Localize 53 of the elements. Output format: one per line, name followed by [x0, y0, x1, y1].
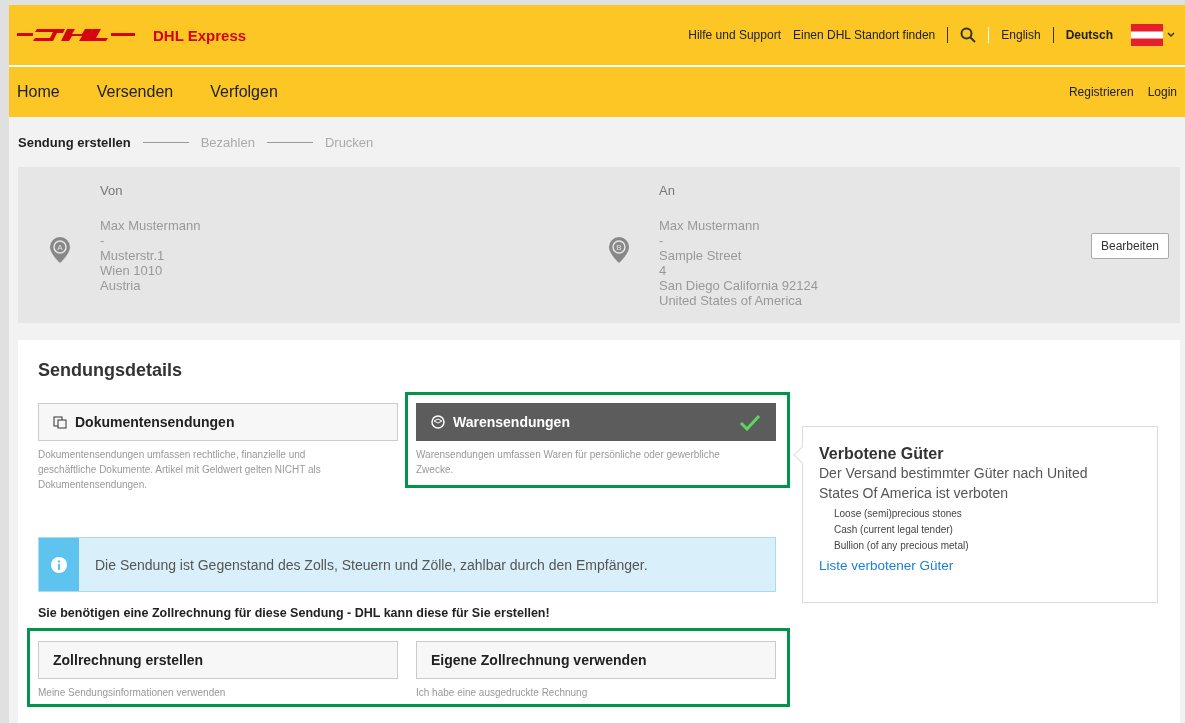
- prohibited-item: Cash (current legal tender): [834, 524, 954, 535]
- pin-letter: B: [616, 243, 622, 252]
- account-link[interactable]: Login: [1147, 85, 1177, 99]
- prohibited-item: Bullion (of any precious metal): [834, 540, 970, 551]
- progress-step: Drucken: [324, 134, 374, 150]
- checkmark-icon: [739, 413, 761, 431]
- option-description: Meine Sendungsinformationen verwenden: [38, 686, 227, 700]
- brand-name: DHL Express: [153, 26, 247, 44]
- language-link[interactable]: Deutsch: [1065, 28, 1113, 42]
- invoice-option-button[interactable]: Eigene Zollrechnung verwenden: [416, 641, 776, 679]
- progress-step: Bezahlen: [200, 134, 255, 150]
- header-link[interactable]: Hilfe und Support: [688, 28, 781, 42]
- panel-text: Der Versand bestimmter Güter nach United States Of America ist verboten: [819, 464, 1089, 503]
- progress-step: Sendung erstellen: [18, 134, 131, 150]
- prohibited-item: Loose (semi)precious stones: [834, 508, 963, 519]
- info-icon: [51, 556, 67, 573]
- address-line: Max Mustermann: [100, 218, 201, 233]
- prohibited-list-link[interactable]: Liste verbotener Güter: [819, 558, 954, 573]
- invoice-prompt: Sie benötigen eine Zollrechnung für diese Sendung - DHL kann diese für Sie erstellen!: [38, 606, 551, 620]
- austria-flag-icon[interactable]: [1131, 24, 1163, 46]
- address-line: Max Mustermann: [659, 218, 761, 233]
- address-line: -: [100, 233, 106, 248]
- search-icon[interactable]: [960, 27, 977, 43]
- option-description: Ich habe eine ausgedruckte Rechnung: [416, 686, 589, 700]
- option-description: Dokumentensendungen umfassen rechtliche, finanzielle und geschäftliche Dokumente. Artikel mit Geldwert gelten NICHT als Dokumentensendungen.: [38, 448, 322, 492]
- address-heading: Von: [100, 183, 124, 198]
- account-link[interactable]: Registrieren: [1068, 85, 1134, 99]
- package-icon: [431, 415, 445, 429]
- address-line: Musterstr.1: [100, 248, 166, 263]
- address-line: United States of America: [659, 293, 804, 308]
- option-description: Warensendungen umfassen Waren für persönliche oder gewerbliche Zwecke.: [416, 448, 721, 477]
- address-line: -: [659, 233, 665, 248]
- address-line: Sample Street: [659, 248, 743, 263]
- section-title: Sendungsdetails: [38, 360, 184, 381]
- nav-link[interactable]: Verfolgen: [210, 83, 278, 101]
- pin-letter: A: [57, 243, 63, 252]
- header-link[interactable]: Einen DHL Standort finden: [793, 28, 936, 42]
- language-link[interactable]: English: [1001, 28, 1041, 42]
- address-line: Austria: [100, 278, 142, 293]
- address-line: San Diego California 92124: [659, 278, 818, 293]
- info-text: Die Sendung ist Gegenstand des Zolls, Steuern und Zölle, zahlbar durch den Empfänger.: [94, 555, 648, 575]
- caret-icon[interactable]: [1167, 32, 1175, 38]
- address-heading: An: [659, 183, 676, 198]
- nav-link[interactable]: Versenden: [96, 83, 174, 101]
- edit-button[interactable]: Bearbeiten: [1090, 233, 1169, 259]
- shipment-type-button[interactable]: Warensendungen: [416, 403, 776, 441]
- address-line: 4: [659, 263, 668, 278]
- shipment-type-button[interactable]: Dokumentensendungen: [38, 403, 398, 441]
- address-line: Wien 1010: [100, 263, 164, 278]
- panel-title: Verbotene Güter: [819, 445, 945, 463]
- nav-link[interactable]: Home: [17, 83, 60, 101]
- invoice-option-button[interactable]: Zollrechnung erstellen: [38, 641, 398, 679]
- documents-icon: [53, 415, 67, 429]
